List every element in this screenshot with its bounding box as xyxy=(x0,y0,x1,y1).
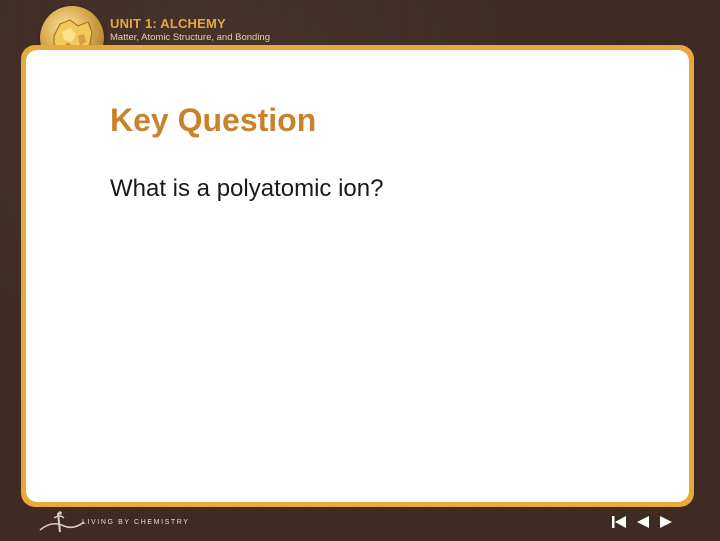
next-triangle-icon[interactable] xyxy=(657,514,675,530)
unit-title: UNIT 1: ALCHEMY xyxy=(110,16,226,31)
previous-triangle-icon[interactable] xyxy=(634,514,652,530)
key-question-heading: Key Question xyxy=(110,102,317,138)
unit-subtitle: Matter, Atomic Structure, and Bonding xyxy=(110,32,271,43)
living-by-chemistry-logo-icon xyxy=(38,510,86,536)
skip-to-start-icon[interactable] xyxy=(610,514,628,530)
question-text: What is a polyatomic ion? xyxy=(110,175,384,202)
footer-brand: LIVING BY CHEMISTRY xyxy=(82,519,190,526)
